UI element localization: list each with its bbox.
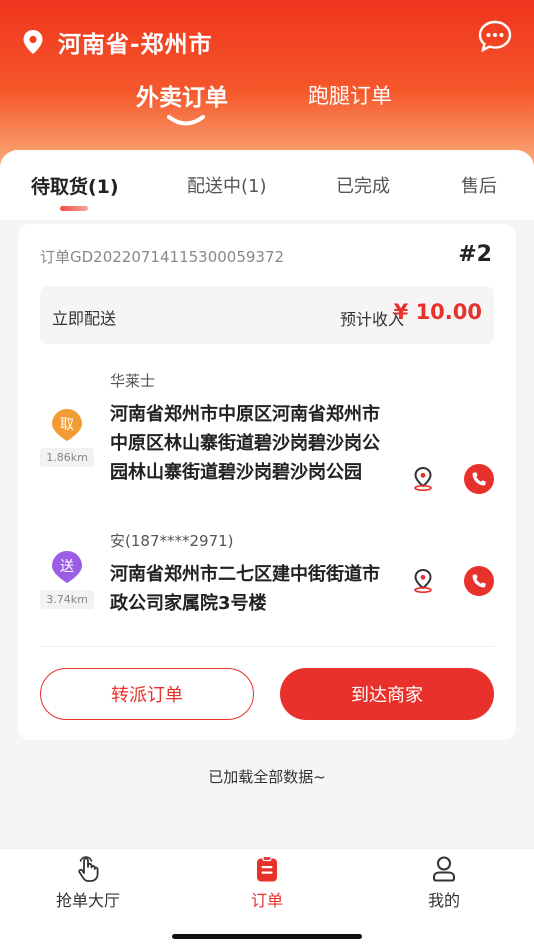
- active-tab-indicator: [167, 115, 205, 126]
- deliver-navigate-icon[interactable]: [410, 568, 436, 594]
- tab-errand-orders[interactable]: 跑腿订单: [308, 80, 392, 110]
- pickup-navigate-icon[interactable]: [410, 466, 436, 492]
- transfer-order-button[interactable]: 转派订单: [40, 668, 254, 720]
- status-tab-underline: [60, 206, 88, 211]
- nav-orders[interactable]: 订单: [207, 849, 327, 911]
- clipboard-icon: [257, 855, 277, 882]
- location-pin-icon: [23, 30, 43, 54]
- hand-tap-icon: [78, 856, 99, 882]
- phone-icon: [472, 472, 486, 486]
- deliver-call-button[interactable]: [464, 566, 494, 596]
- tab-delivering[interactable]: 配送中(1): [187, 172, 267, 198]
- delivery-type: 立即配送: [52, 309, 117, 328]
- tab-takeout-orders[interactable]: 外卖订单: [136, 78, 228, 112]
- order-card[interactable]: 订单GD20220714115300059372 #2 立即配送 预计收入 ¥ …: [18, 224, 516, 740]
- pickup-distance: 1.86km: [40, 448, 94, 467]
- pickup-badge-icon: 取: [52, 409, 82, 441]
- tab-completed[interactable]: 已完成: [336, 172, 390, 198]
- user-icon: [433, 856, 455, 882]
- pickup-store-name: 华莱士: [110, 372, 156, 390]
- order-type-tabs: 外卖订单 跑腿订单: [0, 78, 534, 128]
- order-sequence: #2: [458, 242, 492, 267]
- phone-icon: [472, 574, 486, 588]
- message-icon[interactable]: [478, 20, 512, 52]
- pickup-address: 河南省郑州市中原区河南省郑州市中原区林山寨街道碧沙岗碧沙岗公园林山寨街道碧沙岗碧…: [110, 404, 380, 483]
- nav-label-grab-orders: 抢单大厅: [55, 891, 120, 910]
- card-divider: [40, 646, 494, 647]
- pickup-call-button[interactable]: [464, 464, 494, 494]
- pickup-badge-group: 取 1.86km: [40, 408, 94, 467]
- recipient-name: 安(187****2971): [110, 532, 234, 550]
- order-number: 订单GD20220714115300059372: [40, 248, 285, 266]
- deliver-badge-icon: 送: [52, 551, 82, 583]
- location-selector[interactable]: 河南省-郑州市: [22, 24, 213, 60]
- delivery-info-box: 立即配送 预计收入 ¥ 10.00: [40, 286, 494, 344]
- status-tabs: 待取货(1) 配送中(1) 已完成 售后: [0, 150, 534, 220]
- location-label: 河南省-郑州市: [58, 32, 213, 58]
- pickup-badge-text: 取: [60, 417, 74, 433]
- nav-profile[interactable]: 我的: [384, 849, 504, 911]
- deliver-badge-group: 送 3.74km: [40, 550, 94, 609]
- deliver-distance: 3.74km: [40, 590, 94, 609]
- home-indicator: [172, 934, 362, 939]
- nav-grab-orders[interactable]: 抢单大厅: [28, 849, 148, 911]
- all-loaded-note: 已加载全部数据~: [208, 768, 326, 786]
- tab-pending-pickup[interactable]: 待取货(1): [31, 172, 119, 199]
- tab-after-sales[interactable]: 售后: [461, 172, 497, 198]
- deliver-badge-text: 送: [60, 559, 74, 575]
- arrive-at-store-button[interactable]: 到达商家: [280, 668, 494, 720]
- nav-label-profile: 我的: [427, 891, 460, 910]
- delivery-address: 河南省郑州市二七区建中街街道市政公司家属院3号楼: [110, 564, 380, 614]
- income-value: ¥ 10.00: [393, 300, 482, 324]
- nav-label-orders: 订单: [250, 891, 283, 910]
